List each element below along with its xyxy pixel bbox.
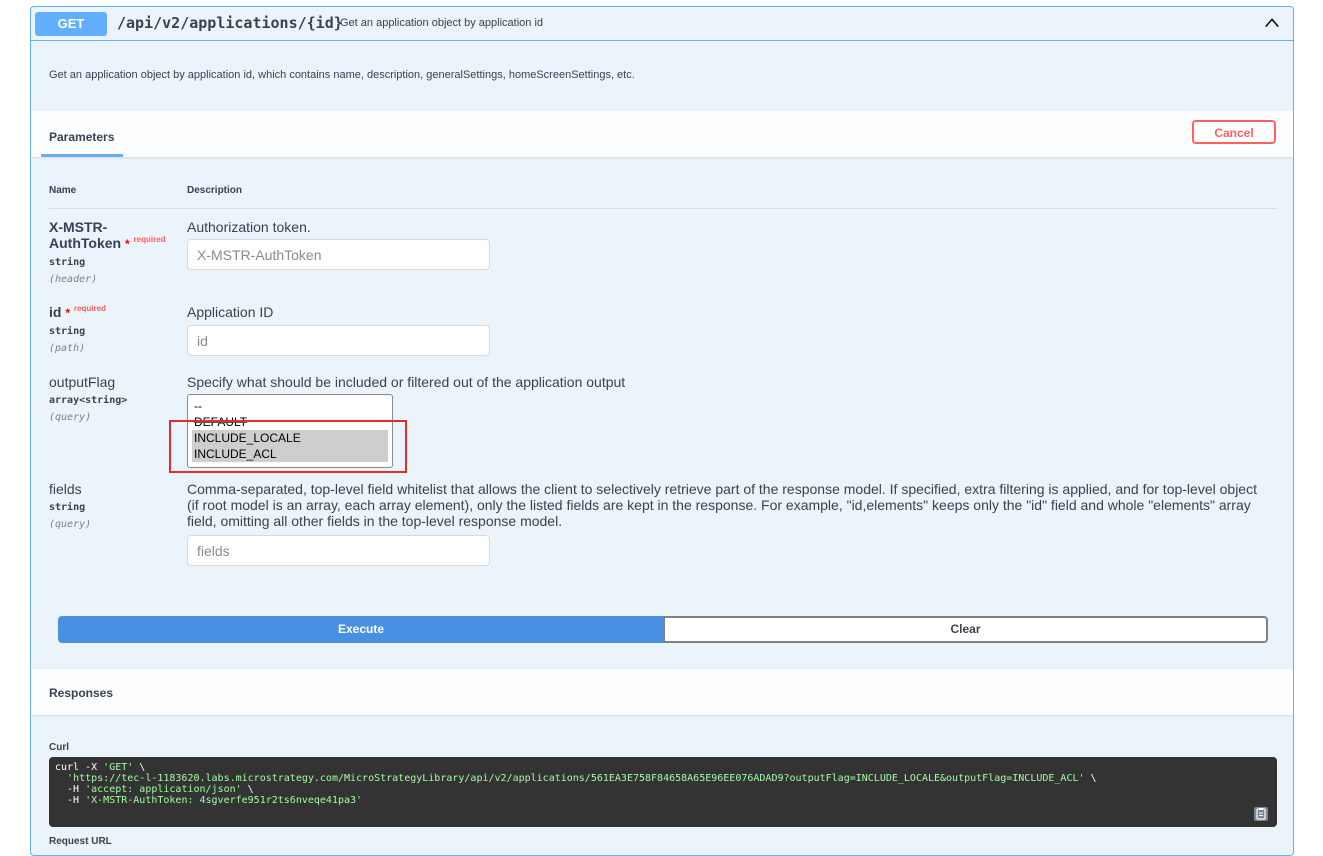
- param-location: (query): [49, 412, 92, 423]
- param-description: Comma-separated, top-level field whiteli…: [187, 481, 1279, 529]
- execute-wrapper: Execute Clear: [58, 616, 1268, 643]
- cancel-button[interactable]: Cancel: [1192, 120, 1276, 144]
- curl-header: 'accept: application/json': [85, 784, 242, 795]
- description-line: field, omitting all other fields in the …: [187, 513, 563, 529]
- param-name: id: [49, 304, 62, 320]
- curl-cmd: -H: [55, 784, 86, 795]
- param-name-id: id * required: [49, 304, 106, 320]
- param-name-line1: X-MSTR-: [49, 219, 108, 235]
- param-type: string: [49, 257, 86, 268]
- curl-cmd: \: [1084, 773, 1097, 784]
- required-tag: required: [73, 304, 106, 313]
- param-location: (query): [49, 519, 92, 530]
- curl-cmd: curl -X: [55, 762, 104, 773]
- curl-cmd: \: [241, 784, 254, 795]
- authtoken-input[interactable]: X-MSTR-AuthToken: [187, 239, 490, 270]
- column-header-description: Description: [187, 185, 243, 196]
- tab-parameters[interactable]: Parameters: [49, 130, 114, 144]
- column-header-name: Name: [49, 185, 77, 196]
- chevron-up-icon[interactable]: [1263, 14, 1281, 32]
- annotation-highlight-box: [169, 420, 407, 473]
- copy-to-clipboard-icon[interactable]: [1253, 806, 1269, 822]
- fields-input[interactable]: fields: [187, 535, 490, 566]
- curl-cmd: \: [133, 762, 146, 773]
- option-empty[interactable]: --: [192, 398, 388, 414]
- description-line: Comma-separated, top-level field whiteli…: [187, 481, 1257, 497]
- param-location: (path): [49, 343, 86, 354]
- tab-active-underline: [41, 154, 123, 157]
- required-star: *: [124, 237, 130, 251]
- required-star: *: [65, 306, 71, 320]
- id-input[interactable]: id: [187, 325, 490, 356]
- param-name-fields: fields: [49, 481, 82, 497]
- responses-title: Responses: [49, 686, 114, 700]
- responses-header: Responses: [31, 669, 1293, 715]
- header-divider: [49, 208, 1277, 209]
- curl-label: Curl: [49, 742, 69, 753]
- param-location: (header): [49, 274, 98, 285]
- param-description: Application ID: [187, 304, 274, 320]
- execute-button[interactable]: Execute: [58, 616, 664, 643]
- parameters-header: Parameters Cancel: [31, 111, 1293, 157]
- curl-header: 'X-MSTR-AuthToken: 4sgverfe951r2ts6nveqe…: [85, 795, 363, 806]
- description-line: (if root model is an array, each array e…: [187, 497, 1251, 513]
- operation-description: Get an application object by application…: [49, 69, 635, 81]
- param-description: Authorization token.: [187, 219, 311, 235]
- curl-cmd: -H: [55, 795, 86, 806]
- param-description: Specify what should be included or filte…: [187, 374, 626, 390]
- operation-summary[interactable]: GET /api/v2/applications/{id} Get an app…: [31, 7, 1293, 41]
- summary-description: Get an application object by application…: [340, 17, 544, 29]
- param-name-authtoken: X-MSTR- AuthToken * required: [49, 219, 166, 254]
- param-name-outputflag: outputFlag: [49, 374, 116, 390]
- param-type: string: [49, 502, 86, 513]
- curl-code-block[interactable]: curl -X 'GET' \ 'https://tec-l-1183620.l…: [49, 757, 1277, 827]
- curl-url: 'https://tec-l-1183620.labs.microstrateg…: [67, 773, 1085, 784]
- http-method-badge: GET: [35, 12, 107, 36]
- curl-string: 'GET': [103, 762, 134, 773]
- required-tag: required: [133, 235, 166, 244]
- param-type: array<string>: [49, 395, 128, 406]
- request-url-label: Request URL: [49, 836, 112, 847]
- clear-button[interactable]: Clear: [664, 616, 1268, 643]
- param-type: string: [49, 326, 86, 337]
- operation-block: GET /api/v2/applications/{id} Get an app…: [30, 6, 1294, 856]
- endpoint-path: /api/v2/applications/{id}: [117, 14, 343, 32]
- param-name-line2: AuthToken: [49, 235, 122, 251]
